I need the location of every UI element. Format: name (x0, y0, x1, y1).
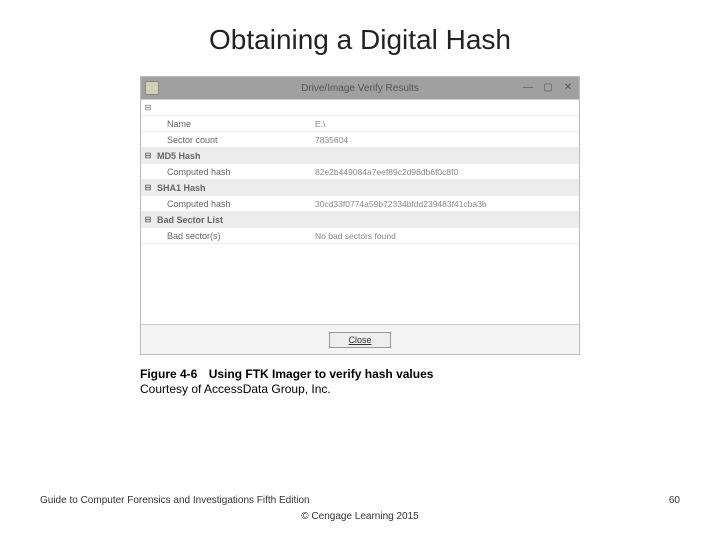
figure-caption: Figure 4-6 Using FTK Imager to verify ha… (140, 367, 580, 396)
verify-results-window: Drive/Image Verify Results — ▢ ✕ ⊟ Name … (140, 76, 580, 355)
figure-label: Figure 4-6 (140, 367, 197, 381)
sector-row: Sector count 7835604 (141, 132, 579, 148)
window-titlebar: Drive/Image Verify Results — ▢ ✕ (141, 77, 579, 99)
results-tree: ⊟ Name E:\ Sector count 7835604 ⊟ MD5 Ha… (141, 99, 579, 324)
sector-count-value: 7835604 (315, 135, 579, 145)
md5-header-row: ⊟ MD5 Hash (141, 148, 579, 164)
window-controls: — ▢ ✕ (521, 80, 575, 94)
md5-computed-label: Computed hash (165, 167, 315, 177)
bad-sector-header: Bad Sector List (155, 215, 305, 225)
tree-root-row: ⊟ (141, 100, 579, 116)
expander-icon[interactable]: ⊟ (141, 151, 155, 160)
name-label: Name (165, 119, 315, 129)
expander-icon[interactable]: ⊟ (141, 215, 155, 224)
name-row: Name E:\ (141, 116, 579, 132)
sha1-header: SHA1 Hash (155, 183, 305, 193)
figure-courtesy: Courtesy of AccessData Group, Inc. (140, 382, 580, 396)
sha1-header-row: ⊟ SHA1 Hash (141, 180, 579, 196)
md5-computed-value: 82e2b449084a7eef89c2d98db6f0c8f0 (315, 167, 579, 177)
sector-count-label: Sector count (165, 135, 315, 145)
bad-sector-value: No bad sectors found (315, 231, 579, 241)
window-title: Drive/Image Verify Results (141, 83, 579, 94)
empty-space (141, 244, 579, 324)
minimize-icon[interactable]: — (521, 80, 535, 94)
button-bar: Close (141, 324, 579, 354)
figure-text: Using FTK Imager to verify hash values (209, 367, 434, 381)
md5-header: MD5 Hash (155, 151, 305, 161)
sha1-computed-value: 30cd33f0774a59b72334bfdd239483f41cba3b (315, 199, 579, 209)
slide-title: Obtaining a Digital Hash (0, 0, 720, 76)
sha1-computed-label: Computed hash (165, 199, 315, 209)
expander-icon[interactable]: ⊟ (141, 103, 155, 112)
close-icon[interactable]: ✕ (561, 80, 575, 94)
expander-icon[interactable]: ⊟ (141, 183, 155, 192)
bad-sector-header-row: ⊟ Bad Sector List (141, 212, 579, 228)
close-button[interactable]: Close (329, 332, 390, 348)
footer-book-title: Guide to Computer Forensics and Investig… (40, 495, 310, 506)
figure-container: Drive/Image Verify Results — ▢ ✕ ⊟ Name … (140, 76, 580, 396)
md5-computed-row: Computed hash 82e2b449084a7eef89c2d98db6… (141, 164, 579, 180)
footer-copyright: © Cengage Learning 2015 (0, 511, 720, 522)
maximize-icon[interactable]: ▢ (541, 80, 555, 94)
bad-sector-label: Bad sector(s) (165, 231, 315, 241)
name-value: E:\ (315, 119, 579, 129)
sha1-computed-row: Computed hash 30cd33f0774a59b72334bfdd23… (141, 196, 579, 212)
page-number: 60 (669, 495, 680, 506)
bad-sector-row: Bad sector(s) No bad sectors found (141, 228, 579, 244)
